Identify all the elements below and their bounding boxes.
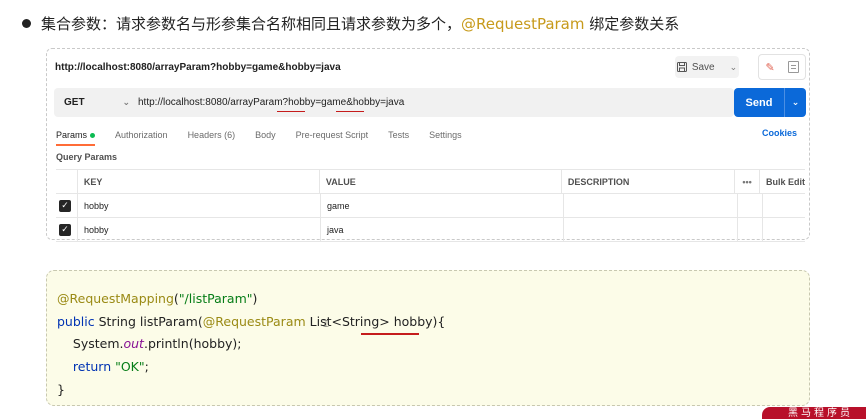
tab-authorization[interactable]: Authorization (115, 130, 168, 140)
active-dot-icon (90, 133, 96, 139)
request-bar: GET ⌄ http://localhost:8080/arrayParam?h… (54, 88, 734, 117)
send-button[interactable]: Send ⌄ (734, 88, 806, 117)
header-checkbox-cell (56, 170, 78, 193)
keyword-token: public (57, 313, 95, 329)
param-key-cell[interactable]: hobby (78, 218, 321, 241)
request-title-bar: http://localhost:8080/arrayParam?hobby=g… (55, 54, 806, 80)
header-value: VALUE (320, 170, 562, 193)
header-description: DESCRIPTION (562, 170, 736, 193)
tab-params-label: Params (56, 130, 88, 140)
bulk-edit-button[interactable]: Bulk Edit (760, 170, 805, 193)
heading-accent: @RequestParam (461, 14, 585, 33)
postman-request-panel: http://localhost:8080/arrayParam?hobby=g… (46, 48, 810, 242)
code-token: ) (252, 291, 258, 306)
query-params-label: Query Params (56, 152, 118, 162)
table-header-row: KEY VALUE DESCRIPTION ••• Bulk Edit (56, 170, 805, 194)
param-description-cell[interactable] (564, 194, 738, 217)
param-description-cell[interactable] (564, 218, 738, 241)
row-spacer-cell (763, 194, 805, 217)
field-token: out (123, 336, 144, 352)
code-block: @RequestMapping("/listParam") public Str… (57, 288, 445, 402)
string-token: "/listParam" (178, 291, 253, 306)
url-part-hobby-1: hobby (288, 97, 316, 108)
query-params-table: KEY VALUE DESCRIPTION ••• Bulk Edit ✓ ho… (56, 169, 805, 242)
table-row: ✓ hobby java (56, 218, 805, 242)
red-underline-annotation (361, 333, 419, 335)
heading-prefix: 集合参数：请求参数名与形参集合名称相同且请求参数为多个， (41, 14, 462, 33)
url-part-base: http://localhost:8080/arrayParam? (138, 97, 289, 108)
code-line-1: @RequestMapping("/listParam") (57, 291, 257, 306)
bullet-dot-icon (22, 18, 31, 28)
header-key: KEY (78, 170, 320, 193)
request-tabs: Params Authorization Headers (6) Body Pr… (56, 128, 801, 146)
chevron-down-icon: ⌄ (122, 97, 130, 107)
red-underline-annotation (336, 111, 364, 112)
annotation-token: @RequestParam (202, 313, 306, 329)
code-snippet-card: @RequestMapping("/listParam") public Str… (46, 270, 810, 406)
code-line-3: System.out.println(hobby); (57, 336, 242, 351)
chevron-down-icon[interactable]: ⌄ (730, 62, 738, 73)
more-options-icon[interactable]: ••• (735, 170, 760, 193)
tab-params[interactable]: Params (56, 130, 96, 146)
red-underline-annotation (277, 111, 305, 112)
row-spacer-cell (763, 218, 805, 241)
save-icon (676, 62, 687, 72)
checkbox-checked-icon[interactable]: ✓ (59, 223, 71, 236)
code-token: System. (57, 336, 124, 352)
param-key-cell[interactable]: hobby (78, 194, 321, 217)
code-line-4: return "OK"; (57, 359, 149, 374)
send-label: Send (745, 96, 773, 109)
tab-tests[interactable]: Tests (388, 130, 409, 140)
method-name-token: listParam (139, 313, 198, 329)
tab-settings[interactable]: Settings (429, 130, 462, 140)
url-part-game: =game& (315, 97, 353, 108)
cookies-link[interactable]: Cookies (762, 128, 797, 138)
corner-logo-tab: 黑马程序员 (762, 407, 866, 419)
code-token: .println(hobby); (143, 336, 242, 352)
pencil-icon[interactable]: ✎ (765, 61, 774, 74)
save-label: Save (691, 61, 715, 73)
heading-text: 集合参数：请求参数名与形参集合名称相同且请求参数为多个，@RequestPara… (41, 13, 679, 34)
annotation-token: @RequestMapping (57, 291, 174, 306)
row-spacer-cell (738, 194, 763, 217)
save-button[interactable]: Save ⌄ (675, 56, 739, 78)
row-checkbox-cell: ✓ (56, 194, 78, 217)
param-value-cell[interactable]: java (321, 218, 564, 241)
code-line-5: } (57, 381, 65, 397)
chevron-down-icon[interactable]: ⌄ (785, 97, 806, 108)
bullet-heading: 集合参数：请求参数名与形参集合名称相同且请求参数为多个，@RequestPara… (22, 11, 679, 35)
checkbox-checked-icon[interactable]: ✓ (59, 199, 71, 212)
url-input[interactable]: http://localhost:8080/arrayParam?hobby=g… (138, 97, 405, 112)
row-checkbox-cell: ✓ (56, 218, 78, 241)
documentation-icon[interactable] (787, 61, 799, 73)
keyword-token: return (57, 359, 116, 375)
table-row: ✓ hobby game (56, 194, 805, 218)
url-part-hobby-2: hobby (352, 97, 381, 108)
param-value-cell[interactable]: game (321, 194, 564, 217)
code-token: String (94, 313, 140, 329)
view-toggle-group: ✎ (758, 54, 806, 80)
tab-headers[interactable]: Headers (6) (188, 130, 236, 140)
tab-body[interactable]: Body (255, 130, 276, 140)
method-label: GET (64, 97, 85, 108)
method-select[interactable]: GET ⌄ (54, 97, 130, 108)
text-cursor-icon: ⌶ (323, 319, 329, 330)
string-token: "OK" (115, 359, 145, 375)
code-line-2: public String listParam(@RequestParam Li… (57, 314, 445, 329)
tab-pre-request-script[interactable]: Pre-request Script (296, 130, 369, 140)
code-token: ; (144, 359, 149, 375)
heading-suffix: 绑定参数关系 (584, 14, 680, 33)
url-part-java: =java (380, 97, 405, 108)
row-spacer-cell (738, 218, 763, 241)
